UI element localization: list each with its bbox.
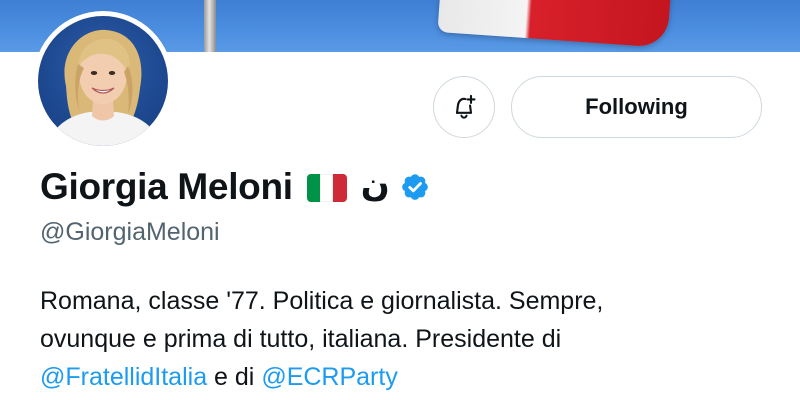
notifications-button[interactable]	[433, 76, 495, 138]
banner-flag	[437, 0, 673, 48]
mention-ecr-party-link[interactable]: @ECRParty	[261, 363, 398, 391]
following-button-label: Following	[585, 94, 688, 119]
bio-line-1: Romana, classe '77. Politica e giornalis…	[40, 287, 604, 315]
display-name: Giorgia Meloni	[40, 166, 293, 207]
banner-flag-pole	[204, 0, 216, 52]
bio-connector-text: e di	[207, 363, 262, 391]
profile-page: Following Giorgia Meloni ن @GiorgiaMelon…	[0, 0, 800, 400]
bell-plus-icon	[455, 94, 476, 119]
avatar-photo	[38, 16, 168, 146]
verified-badge-icon[interactable]	[400, 172, 430, 202]
profile-handle: @GiorgiaMeloni	[40, 218, 220, 246]
profile-bio: Romana, classe '77. Politica e giornalis…	[40, 282, 780, 396]
profile-name-row: Giorgia Meloni ن	[40, 162, 430, 212]
italy-flag-icon	[306, 174, 347, 202]
following-button[interactable]: Following	[511, 76, 762, 138]
avatar-portrait-icon	[48, 29, 160, 146]
mention-fratellid-italia-link[interactable]: @FratellidItalia	[40, 363, 207, 391]
bio-line-2: ovunque e prima di tutto, italiana. Pres…	[40, 325, 562, 353]
arabic-character: ن	[360, 165, 390, 205]
profile-avatar[interactable]	[33, 11, 173, 151]
bio-line-3: @FratellidItalia e di @ECRParty	[40, 358, 780, 396]
